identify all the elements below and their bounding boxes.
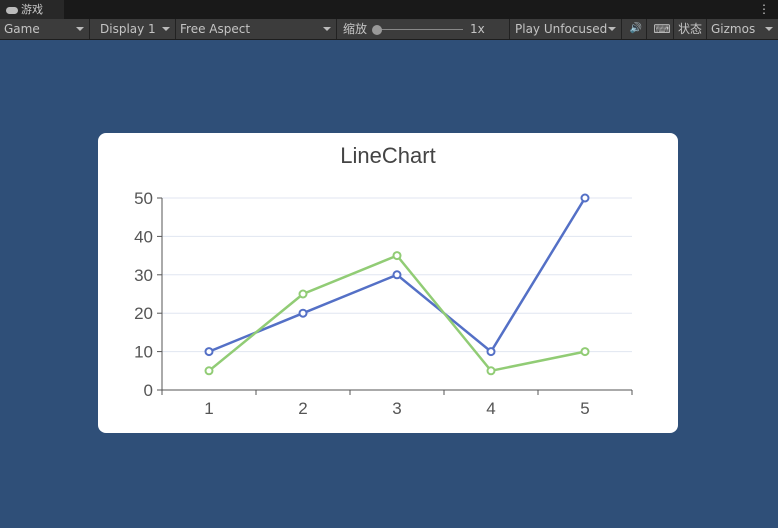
series-1-point	[204, 347, 214, 357]
x-tick-label: 3	[392, 399, 401, 418]
series-2-point	[204, 366, 214, 376]
series-1-point	[298, 308, 308, 318]
series-2-point	[486, 366, 496, 376]
y-tick-label: 30	[134, 266, 153, 285]
y-tick-label: 0	[144, 381, 153, 400]
x-tick-label: 4	[486, 399, 495, 418]
series-1-point	[580, 193, 590, 203]
y-tick-label: 10	[134, 343, 153, 362]
series-1-point	[392, 270, 402, 280]
line-chart: 0 10 20 30 40 50 1 2 3 4 5	[134, 189, 633, 418]
x-tick-label: 5	[580, 399, 589, 418]
y-tick-label: 50	[134, 189, 153, 208]
series-1-point	[486, 347, 496, 357]
y-tick-label: 20	[134, 304, 153, 323]
series-2-point	[298, 289, 308, 299]
y-tick-label: 40	[134, 227, 153, 246]
x-tick-label: 2	[298, 399, 307, 418]
series-2-point	[580, 347, 590, 357]
series-2-point	[392, 251, 402, 261]
x-tick-label: 1	[204, 399, 213, 418]
